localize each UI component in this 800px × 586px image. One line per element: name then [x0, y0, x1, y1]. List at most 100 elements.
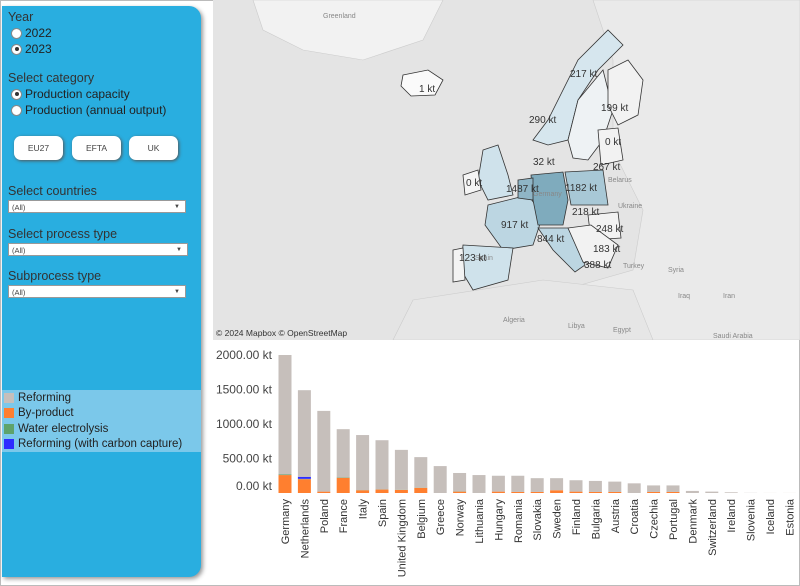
bar-segment-by-product[interactable] — [317, 491, 331, 493]
x-tick-label: Ireland — [726, 499, 738, 533]
place-label: Syria — [668, 267, 684, 274]
category-label: Select category — [8, 71, 95, 85]
map-value-label: 844 kt — [537, 234, 564, 245]
x-tick-label: Portugal — [668, 499, 680, 540]
bar-segment-reforming[interactable] — [336, 429, 350, 478]
bar-segment-reforming[interactable] — [414, 457, 428, 488]
dropdown-arrow-icon: ▼ — [174, 204, 180, 210]
bar-segment-reforming[interactable] — [588, 480, 602, 492]
bar-segment-reforming[interactable] — [394, 449, 408, 490]
legend-swatch — [4, 439, 14, 450]
place-label: Iran — [723, 293, 735, 300]
subprocess-label: Subprocess type — [8, 269, 102, 283]
map-value-label: 267 kt — [593, 162, 620, 173]
subprocess-dropdown[interactable]: (All) ▼ — [8, 285, 186, 298]
bar-segment-by-product[interactable] — [647, 491, 661, 493]
map-value-label: 388 kt — [584, 260, 611, 271]
year-radio-2022[interactable]: 2022 — [11, 26, 52, 40]
x-tick-label: Estonia — [784, 498, 796, 536]
map-value-label: 1487 kt — [506, 184, 539, 195]
category-radio-output[interactable]: Production (annual output) — [11, 103, 166, 117]
radio-icon[interactable] — [11, 104, 22, 116]
bar-segment-reforming[interactable] — [724, 492, 738, 493]
bar-segment-reforming[interactable] — [569, 480, 583, 492]
bar-segment-reforming[interactable] — [530, 478, 544, 492]
efta-button[interactable]: EFTA — [72, 136, 121, 160]
legend-item-reforming-ccs[interactable]: Reforming (with carbon capture) — [2, 437, 201, 453]
legend-item-water-electrolysis[interactable]: Water electrolysis — [2, 421, 201, 437]
radio-checked-icon[interactable] — [11, 88, 22, 100]
category-radio-capacity[interactable]: Production capacity — [11, 87, 130, 101]
bar-segment-by-product[interactable] — [336, 477, 350, 493]
radio-label: Production (annual output) — [25, 103, 167, 117]
map-value-label: 1182 kt — [565, 183, 597, 194]
bar-segment-reforming[interactable] — [375, 440, 389, 490]
bar-segment-by-product[interactable] — [375, 489, 389, 493]
x-tick-label: Italy — [358, 499, 370, 520]
bar-segment-water-electrolysis[interactable] — [278, 474, 292, 476]
bar-segment-by-product[interactable] — [278, 475, 292, 493]
x-tick-label: United Kingdom — [396, 499, 408, 577]
x-tick-label: Denmark — [687, 499, 699, 544]
bar-segment-reforming[interactable] — [627, 483, 641, 493]
europe-map[interactable]: Greenland Belarus Ukraine Turkey Iraq Ir… — [213, 0, 800, 340]
bar-segment-by-product[interactable] — [588, 491, 602, 493]
bar-segment-reforming[interactable] — [647, 485, 661, 492]
process-dropdown[interactable]: (All) ▼ — [8, 243, 188, 256]
bar-segment-reforming[interactable] — [491, 475, 505, 492]
x-tick-label: Belgium — [416, 499, 428, 539]
x-tick-label: Spain — [377, 499, 389, 527]
dropdown-arrow-icon: ▼ — [176, 247, 182, 253]
radio-checked-icon[interactable] — [11, 43, 22, 55]
bar-segment-by-product[interactable] — [297, 479, 311, 493]
bar-segment-reforming[interactable] — [472, 475, 486, 493]
bar-segment-by-product[interactable] — [511, 491, 525, 493]
bar-segment-reforming[interactable] — [608, 481, 622, 492]
year-label: Year — [8, 10, 34, 24]
bar-segment-reforming[interactable] — [550, 478, 564, 491]
process-label: Select process type — [8, 227, 118, 241]
legend-item-by-product[interactable]: By-product — [2, 406, 201, 422]
bar-segment-by-product[interactable] — [414, 487, 428, 493]
bar-segment-by-product[interactable] — [453, 491, 467, 493]
bar-segment-reforming[interactable] — [433, 466, 447, 493]
bar-segment-by-product[interactable] — [666, 491, 680, 493]
bar-segment-by-product[interactable] — [394, 489, 408, 493]
bar-segment-reforming[interactable] — [317, 410, 331, 492]
bar-segment-by-product[interactable] — [550, 490, 564, 493]
bar-segment-by-product[interactable] — [569, 491, 583, 493]
x-tick-label: Croatia — [629, 498, 641, 534]
x-tick-label: Slovakia — [532, 498, 544, 540]
legend-swatch — [4, 392, 14, 403]
bar-segment-reforming[interactable] — [453, 472, 467, 492]
x-tick-label: Sweden — [552, 499, 564, 539]
bar-segment-reforming[interactable] — [278, 355, 292, 475]
y-tick-label: 2000.00 kt — [216, 348, 273, 362]
legend-label: Reforming (with carbon capture) — [18, 438, 183, 451]
bar-segment-reforming[interactable] — [356, 435, 370, 491]
bar-segment-by-product[interactable] — [530, 491, 544, 493]
x-tick-label: Czechia — [649, 498, 661, 539]
map-attribution[interactable]: © 2024 Mapbox © OpenStreetMap — [216, 328, 347, 338]
legend-label: Reforming — [18, 391, 72, 404]
bar-segment-reforming[interactable] — [685, 490, 699, 493]
x-tick-label: Poland — [319, 499, 331, 533]
dropdown-value: (All) — [12, 288, 26, 297]
bar-segment-reforming[interactable] — [297, 390, 311, 477]
radio-icon[interactable] — [11, 27, 22, 39]
bar-segment-reforming[interactable] — [666, 485, 680, 492]
map-value-label: 183 kt — [593, 244, 620, 255]
bar-segment-reforming-with-carbon-capture-[interactable] — [297, 476, 311, 479]
bar-segment-reforming[interactable] — [511, 475, 525, 492]
bar-segment-reforming[interactable] — [705, 491, 719, 493]
bar-segment-by-product[interactable] — [608, 491, 622, 493]
year-radio-2023[interactable]: 2023 — [11, 42, 52, 56]
countries-dropdown[interactable]: (All) ▼ — [8, 200, 186, 213]
bar-segment-by-product[interactable] — [356, 490, 370, 493]
countries-label: Select countries — [8, 184, 97, 198]
legend-item-reforming[interactable]: Reforming — [2, 390, 201, 406]
bar-segment-by-product[interactable] — [491, 491, 505, 493]
eu27-button[interactable]: EU27 — [14, 136, 63, 160]
uk-button[interactable]: UK — [129, 136, 178, 160]
map-value-label: 0 kt — [466, 178, 482, 189]
